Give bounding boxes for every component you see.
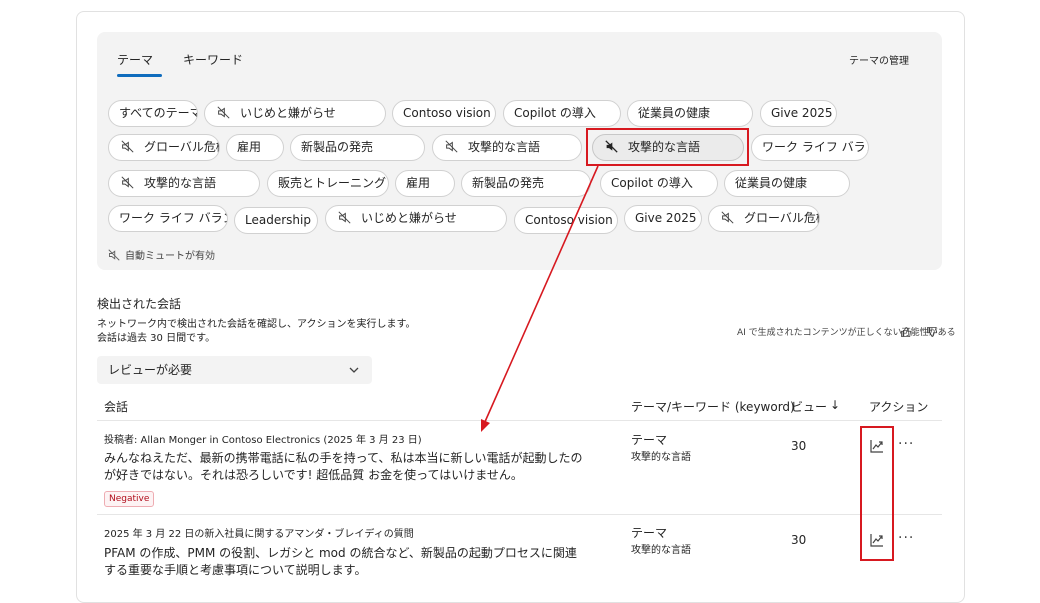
topic-label: ワーク ライフ バランス (762, 140, 868, 154)
topic-label: Give 2025 (635, 211, 697, 225)
dropdown-value: レビューが必要 (108, 363, 193, 377)
thumbs-down-icon[interactable] (926, 326, 938, 338)
topic-label: すべてのテーマ (119, 106, 198, 120)
ai-disclaimer: AI で生成されたコンテンツが正しくない可能性がある (737, 328, 956, 338)
more-options-button[interactable]: ··· (898, 530, 914, 546)
topic-pill-new-product[interactable]: 新製品の発売 (290, 134, 425, 161)
topic-pill-work-life-balance-2[interactable]: ワーク ライフ バランス (108, 205, 228, 232)
topic-label: 新製品の発売 (301, 140, 374, 154)
sentiment-badge: Negative (104, 491, 155, 507)
row-1-theme-label: テーマ (631, 433, 668, 447)
auto-mute-status: 自動ミュートが有効 (108, 247, 215, 262)
row-1-meta: 投稿者: Allan Monger in Contoso Electronics… (104, 435, 422, 446)
topic-pill-copilot-2[interactable]: Copilot の導入 (600, 170, 718, 197)
topic-pill-give[interactable]: Give 2025 (760, 100, 837, 127)
header-divider (97, 420, 942, 421)
speaker-mute-icon (217, 106, 230, 119)
speaker-mute-icon (721, 211, 734, 224)
review-filter-dropdown[interactable]: レビューが必要 (97, 356, 372, 384)
topic-pill-offensive-language-2[interactable]: 攻撃的な言語 (108, 170, 260, 197)
tab-themes[interactable]: テーマ (117, 51, 153, 68)
topic-pill-new-product-2[interactable]: 新製品の発売 (461, 170, 591, 197)
topic-label: ワーク ライフ バランス (119, 211, 227, 225)
topic-label: Contoso vision (403, 106, 491, 120)
speaker-mute-icon (121, 140, 134, 153)
topic-label: いじめと嫌がらせ (361, 211, 457, 225)
topic-pill-wellbeing[interactable]: 従業員の健康 (627, 100, 753, 127)
row-2-body[interactable]: PFAM の作成、PMM の役割、レガシと mod の統合など、新製品の起動プロ… (104, 545, 584, 581)
row-2-views: 30 (791, 533, 807, 547)
row-2-theme-label: テーマ (631, 526, 668, 540)
topic-pill-sales-training[interactable]: 販売とトレーニング (267, 170, 389, 197)
annotation-highlight-selected-topic (586, 128, 749, 166)
topic-label: 従業員の健康 (735, 176, 808, 190)
row-2-theme-value: 攻撃的な言語 (631, 545, 691, 556)
topic-label: Copilot の導入 (514, 106, 596, 120)
column-header-conversation[interactable]: 会話 (104, 398, 128, 415)
topic-pill-give-2[interactable]: Give 2025 (624, 205, 702, 232)
topic-pill-hiring-2[interactable]: 雇用 (395, 170, 455, 197)
topic-label: Give 2025 (771, 106, 833, 120)
topic-label: 従業員の健康 (638, 106, 711, 120)
speaker-mute-icon (121, 176, 134, 189)
row-1-body[interactable]: みんなねえただ、最新の携帯電話に私の手を持って、私は本当に新しい電話が起動したの… (104, 450, 584, 486)
topic-label: 雇用 (237, 140, 262, 154)
section-title: 検出された会話 (97, 297, 182, 311)
topic-pill-contoso-vision-2[interactable]: Contoso vision (514, 207, 618, 234)
topic-pill-copilot[interactable]: Copilot の導入 (503, 100, 621, 127)
topic-label: 新製品の発売 (472, 176, 545, 190)
topic-label: 攻撃的な言語 (144, 176, 217, 190)
column-header-actions: アクション (869, 400, 929, 414)
row-1-views: 30 (791, 439, 807, 453)
topic-label: Copilot の導入 (611, 176, 693, 190)
topic-pill-leadership[interactable]: Leadership (234, 207, 318, 234)
active-tab-indicator (117, 74, 162, 77)
topic-pill-wellbeing-2[interactable]: 従業員の健康 (724, 170, 850, 197)
topic-pill-global-crisis-2[interactable]: グローバル危機 (708, 205, 820, 232)
more-options-button[interactable]: ··· (898, 436, 914, 452)
annotation-highlight-action-column (860, 426, 894, 561)
manage-themes-link[interactable]: テーマの管理 (849, 52, 909, 67)
topic-label: Leadership (245, 213, 311, 227)
topic-pill-all[interactable]: すべてのテーマ (108, 100, 198, 127)
topic-pill-work-life-balance[interactable]: ワーク ライフ バランス (751, 134, 869, 161)
topic-label: 攻撃的な言語 (468, 140, 541, 154)
column-header-theme-keyword[interactable]: テーマ/キーワード (keyword) (631, 398, 795, 415)
topic-label: いじめと嫌がらせ (240, 106, 336, 120)
sort-descending-icon[interactable]: ↓ (830, 398, 840, 412)
section-description: ネットワーク内で検出された会話を確認し、アクションを実行します。 (97, 319, 416, 330)
speaker-mute-icon (338, 211, 351, 224)
topic-pill-global-crisis[interactable]: グローバル危機 (108, 134, 220, 161)
thumbs-up-icon[interactable] (900, 326, 912, 338)
row-1-theme-value: 攻撃的な言語 (631, 452, 691, 463)
topic-pill-offensive-language[interactable]: 攻撃的な言語 (432, 134, 582, 161)
topic-pill-hiring[interactable]: 雇用 (226, 134, 284, 161)
row-2-meta: 2025 年 3 月 22 日の新入社員に関するアマンダ・ブレイディの質問 (104, 529, 414, 540)
topic-label: Contoso vision (525, 213, 613, 227)
column-header-views[interactable]: ビュー (791, 398, 827, 415)
topic-pill-bullying[interactable]: いじめと嫌がらせ (204, 100, 386, 127)
speaker-mute-icon (445, 140, 458, 153)
topic-pill-bullying-2[interactable]: いじめと嫌がらせ (325, 205, 507, 232)
row-divider (97, 514, 942, 515)
section-period: 会話は過去 30 日間です。 (97, 333, 216, 344)
topic-label: 雇用 (406, 176, 431, 190)
chevron-down-icon (349, 367, 359, 373)
topic-label: グローバル危機 (744, 211, 820, 225)
tab-keywords[interactable]: キーワード (183, 51, 243, 68)
topic-label: 販売とトレーニング (278, 176, 387, 190)
speaker-mute-icon (108, 249, 120, 261)
topic-label: グローバル危機 (144, 140, 220, 154)
topic-pill-contoso-vision[interactable]: Contoso vision (392, 100, 496, 127)
auto-mute-label: 自動ミュートが有効 (125, 251, 215, 262)
